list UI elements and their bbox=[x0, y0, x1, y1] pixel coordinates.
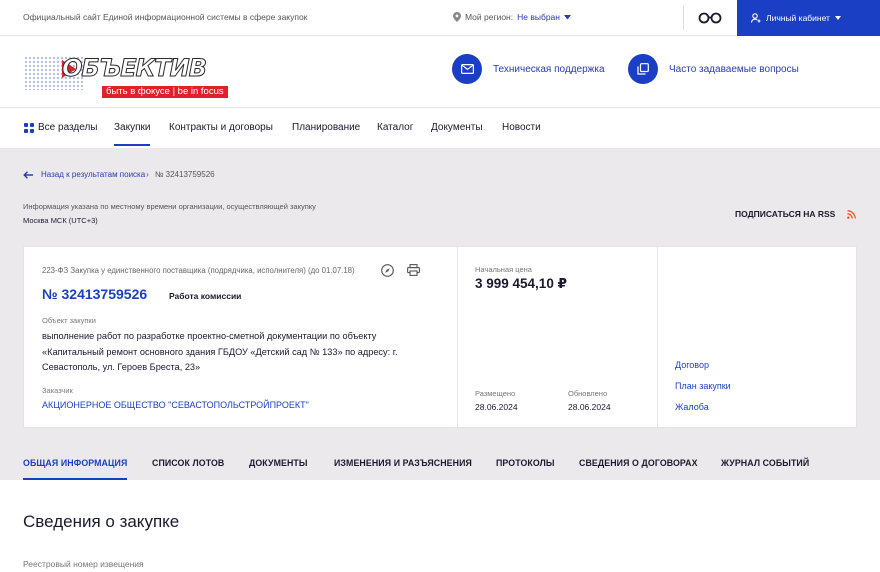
support-label: Техническая поддержка bbox=[493, 63, 605, 75]
location-pin-icon bbox=[453, 12, 461, 22]
card-actions bbox=[381, 264, 420, 277]
tab-documents[interactable]: ДОКУМЕНТЫ bbox=[249, 458, 308, 468]
faq-icon-circle bbox=[628, 54, 658, 84]
nav-item-planning[interactable]: Планирование bbox=[292, 122, 360, 133]
customer-label: Заказчик bbox=[42, 386, 73, 395]
placed-label: Размещено bbox=[475, 389, 516, 398]
logo-text: ОБЪЕКТИВ bbox=[61, 54, 207, 83]
tab-changes[interactable]: ИЗМЕНЕНИЯ И РАЗЪЯСНЕНИЯ bbox=[334, 458, 472, 468]
main-nav: Все разделы Закупки Контракты и договоры… bbox=[0, 108, 880, 148]
rss-label: ПОДПИСАТЬСЯ НА RSS bbox=[735, 209, 836, 219]
tab-protocols[interactable]: ПРОТОКОЛЫ bbox=[496, 458, 555, 468]
contract-link[interactable]: Договор bbox=[675, 360, 709, 370]
section-title: Сведения о закупке bbox=[23, 512, 180, 531]
top-bar: Официальный сайт Единой информационной с… bbox=[0, 0, 880, 36]
timezone-info: Информация указана по местному времени о… bbox=[23, 202, 316, 211]
grid-icon bbox=[24, 122, 34, 133]
nav-item-contracts[interactable]: Контракты и договоры bbox=[169, 122, 273, 133]
customer-link[interactable]: АКЦИОНЕРНОЕ ОБЩЕСТВО "СЕВАСТОПОЛЬСТРОЙПР… bbox=[42, 400, 309, 410]
breadcrumb-separator: › bbox=[146, 170, 149, 179]
tab-general-info[interactable]: ОБЩАЯ ИНФОРМАЦИЯ bbox=[23, 458, 128, 480]
personal-cabinet-button[interactable]: Личный кабинет bbox=[737, 0, 880, 36]
card-separator bbox=[657, 247, 658, 427]
compass-icon[interactable] bbox=[381, 264, 394, 277]
updated-label: Обновлено bbox=[568, 389, 608, 398]
updated-date: 28.06.2024 bbox=[568, 402, 611, 412]
user-icon bbox=[751, 13, 761, 23]
topbar-divider bbox=[683, 6, 684, 30]
purchase-card: 223-ФЗ Закупка у единственного поставщик… bbox=[23, 246, 857, 428]
purchase-plan-link[interactable]: План закупки bbox=[675, 381, 731, 391]
glasses-icon[interactable] bbox=[698, 12, 722, 24]
status-badge: Работа комиссии bbox=[169, 291, 242, 301]
timezone-value: Москва МСК (UTC+3) bbox=[23, 216, 98, 225]
back-label: Назад к результатам поиска bbox=[41, 170, 146, 179]
back-to-search-link[interactable]: Назад к результатам поиска bbox=[23, 170, 145, 179]
region-value[interactable]: Не выбран bbox=[517, 12, 560, 22]
support-icon-circle bbox=[452, 54, 482, 84]
purchase-summary-area: Назад к результатам поиска › № 324137595… bbox=[0, 148, 880, 480]
nav-item-all-sections[interactable]: Все разделы bbox=[24, 122, 97, 133]
rss-subscribe-link[interactable]: ПОДПИСАТЬСЯ НА RSS bbox=[735, 209, 857, 219]
region-label: Мой регион: bbox=[465, 12, 514, 22]
nav-item-catalog[interactable]: Каталог bbox=[377, 122, 413, 133]
tab-contract-info[interactable]: СВЕДЕНИЯ О ДОГОВОРАХ bbox=[579, 458, 698, 468]
faq-link[interactable]: Часто задаваемые вопросы bbox=[628, 54, 799, 84]
mail-icon bbox=[460, 64, 474, 74]
price-label: Начальная цена bbox=[475, 265, 532, 274]
field-label: Реестровый номер извещения bbox=[23, 559, 144, 569]
card-separator bbox=[457, 247, 458, 427]
nav-item-purchases[interactable]: Закупки bbox=[114, 122, 151, 146]
cabinet-label: Личный кабинет bbox=[766, 13, 830, 23]
nav-item-label: Все разделы bbox=[38, 122, 98, 133]
nav-item-news[interactable]: Новости bbox=[502, 122, 541, 133]
price-value: 3 999 454,10 ₽ bbox=[475, 276, 567, 291]
technical-support-link[interactable]: Техническая поддержка bbox=[452, 54, 605, 84]
chevron-down-icon bbox=[563, 14, 571, 19]
logo-slogan: быть в фокусе | be in focus bbox=[102, 86, 228, 98]
tab-lots[interactable]: СПИСОК ЛОТОВ bbox=[152, 458, 224, 468]
rss-icon bbox=[847, 209, 857, 219]
placed-date: 28.06.2024 bbox=[475, 402, 518, 412]
purchase-law-type: 223-ФЗ Закупка у единственного поставщик… bbox=[42, 266, 355, 275]
region-selector[interactable]: Мой регион: Не выбран bbox=[453, 12, 571, 22]
object-text: выполнение работ по разработке проектно-… bbox=[42, 331, 398, 372]
faq-label: Часто задаваемые вопросы bbox=[669, 63, 799, 75]
logo[interactable]: ОБЪЕКТИВ быть в фокусе | be in focus bbox=[24, 52, 228, 98]
main-content: Сведения о закупке Реестровый номер изве… bbox=[0, 480, 880, 572]
breadcrumb-current: № 32413759526 bbox=[154, 170, 215, 179]
nav-item-documents[interactable]: Документы bbox=[431, 122, 483, 133]
purchase-tabs: ОБЩАЯ ИНФОРМАЦИЯ СПИСОК ЛОТОВ ДОКУМЕНТЫ … bbox=[0, 448, 880, 480]
print-icon[interactable] bbox=[407, 264, 420, 276]
object-label: Объект закупки bbox=[42, 316, 96, 325]
complaint-link[interactable]: Жалоба bbox=[675, 402, 709, 412]
copy-icon bbox=[637, 63, 649, 75]
site-title: Официальный сайт Единой информационной с… bbox=[23, 12, 308, 22]
tab-event-log[interactable]: ЖУРНАЛ СОБЫТИЙ bbox=[721, 458, 809, 468]
site-header: ОБЪЕКТИВ быть в фокусе | be in focus Тех… bbox=[0, 36, 880, 108]
chevron-down-icon bbox=[834, 16, 841, 20]
arrow-left-icon bbox=[23, 170, 33, 179]
registry-number-link[interactable]: № 32413759526 bbox=[42, 286, 147, 302]
breadcrumb: Назад к результатам поиска › № 324137595… bbox=[23, 170, 215, 179]
